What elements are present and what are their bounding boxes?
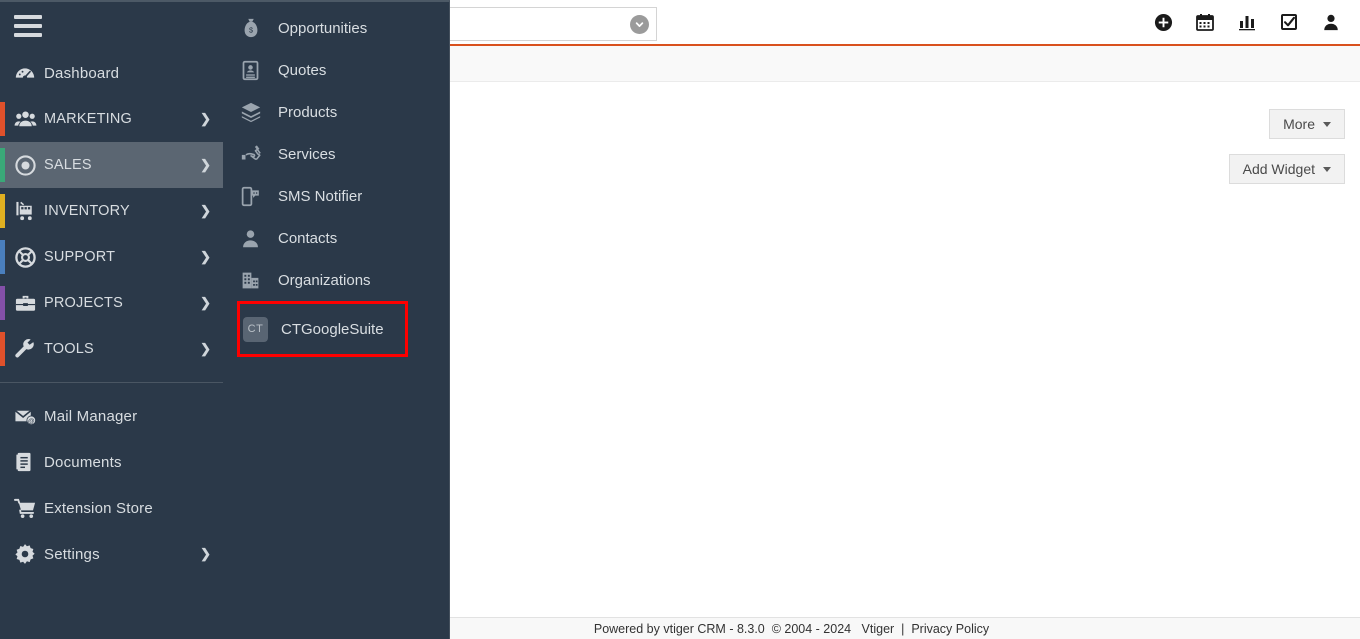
organizations-building-icon xyxy=(240,270,278,291)
quote-document-icon xyxy=(240,60,278,81)
footer-powered-by: Powered by vtiger CRM - 8.3.0 © 2004 - 2… xyxy=(593,621,912,636)
submenu-item-label: Opportunities xyxy=(278,19,368,37)
sidebar-item-label: SALES xyxy=(44,157,92,173)
sidebar-item-projects[interactable]: PROJECTS ❯ xyxy=(0,280,223,326)
mail-manager-icon: @ xyxy=(14,405,44,428)
vtiger-crm-app: More Add Widget Powered by vtiger CRM - … xyxy=(0,0,1360,639)
add-record-icon[interactable] xyxy=(1142,0,1184,44)
sidebar-item-label: INVENTORY xyxy=(44,203,130,219)
search-filter-toggle[interactable] xyxy=(622,8,656,40)
accent-bar xyxy=(0,102,5,136)
submenu-item-opportunities[interactable]: $ Opportunities xyxy=(223,7,449,49)
submenu-item-organizations[interactable]: Organizations xyxy=(223,259,449,301)
bar-chart-icon[interactable] xyxy=(1226,0,1268,44)
hamburger-bar xyxy=(14,33,42,37)
header-icon-group xyxy=(1142,0,1352,44)
extension-store-cart-icon xyxy=(14,497,44,520)
svg-text:@: @ xyxy=(28,418,35,425)
user-profile-icon[interactable] xyxy=(1310,0,1352,44)
chevron-right-icon: ❯ xyxy=(200,203,211,218)
ct-badge-icon: CT xyxy=(243,316,268,342)
submenu-item-products[interactable]: Products xyxy=(223,91,449,133)
svg-text:$: $ xyxy=(249,26,253,35)
inventory-cart-icon xyxy=(14,200,44,223)
products-box-icon xyxy=(240,101,278,123)
documents-icon xyxy=(14,451,44,473)
chevron-right-icon: ❯ xyxy=(200,249,211,264)
submenu-item-quotes[interactable]: Quotes xyxy=(223,49,449,91)
sidebar-item-documents[interactable]: Documents xyxy=(0,439,223,485)
sidebar-item-tools[interactable]: TOOLS ❯ xyxy=(0,326,223,372)
money-bag-icon: $ xyxy=(240,17,278,39)
sidebar-item-settings[interactable]: Settings ❯ xyxy=(0,531,223,577)
chevron-right-icon: ❯ xyxy=(200,295,211,310)
sidebar-divider xyxy=(0,382,223,383)
add-widget-button-label: Add Widget xyxy=(1242,161,1315,177)
submenu-item-ctgooglesuite[interactable]: CT CTGoogleSuite xyxy=(237,301,408,357)
sidebar-item-support[interactable]: SUPPORT ❯ xyxy=(0,234,223,280)
task-checkbox-icon[interactable] xyxy=(1268,0,1310,44)
accent-bar xyxy=(0,148,5,182)
chevron-right-icon: ❯ xyxy=(200,546,211,561)
chevron-right-icon: ❯ xyxy=(200,111,211,126)
submenu-item-services[interactable]: Services xyxy=(223,133,449,175)
sidebar-item-dashboard[interactable]: Dashboard xyxy=(0,50,223,96)
sidebar-item-inventory[interactable]: INVENTORY ❯ xyxy=(0,188,223,234)
dashboard-action-buttons: More Add Widget xyxy=(1228,109,1345,184)
sms-phone-icon xyxy=(240,186,278,207)
sidebar-item-label: PROJECTS xyxy=(44,295,123,311)
dashboard-icon xyxy=(14,62,44,84)
submenu-item-contacts[interactable]: Contacts xyxy=(223,217,449,259)
services-handshake-icon xyxy=(240,143,278,165)
sidebar-item-label: Dashboard xyxy=(44,64,120,82)
sidebar-item-label: Settings xyxy=(44,545,100,563)
sales-submenu-panel: $ Opportunities Quotes Products Services xyxy=(223,0,450,639)
more-button-label: More xyxy=(1283,116,1315,132)
hamburger-bar xyxy=(14,24,42,28)
sidebar-item-extension-store[interactable]: Extension Store xyxy=(0,485,223,531)
sidebar-item-label: Documents xyxy=(44,453,122,471)
sidebar-item-label: MARKETING xyxy=(44,111,132,127)
accent-bar xyxy=(0,332,5,366)
sidebar-item-label: SUPPORT xyxy=(44,249,116,265)
calendar-icon[interactable] xyxy=(1184,0,1226,44)
sidebar-item-sales[interactable]: SALES ❯ xyxy=(0,142,223,188)
sidebar-item-label: TOOLS xyxy=(44,341,94,357)
add-widget-button[interactable]: Add Widget xyxy=(1228,154,1345,184)
marketing-users-icon xyxy=(14,108,44,131)
submenu-item-label: Organizations xyxy=(278,271,371,289)
submenu-item-label: Services xyxy=(278,145,336,163)
projects-briefcase-icon xyxy=(14,292,44,315)
submenu-item-label: Quotes xyxy=(278,61,327,79)
submenu-item-label: CTGoogleSuite xyxy=(281,320,384,338)
chevron-down-circle-icon xyxy=(629,14,649,34)
support-lifebuoy-icon xyxy=(14,246,44,269)
sidebar-item-label: Mail Manager xyxy=(44,407,138,425)
submenu-item-label: SMS Notifier xyxy=(278,187,363,205)
chevron-right-icon: ❯ xyxy=(200,341,211,356)
chevron-right-icon: ❯ xyxy=(200,157,211,172)
settings-gear-icon xyxy=(14,543,44,565)
submenu-item-label: Products xyxy=(278,103,338,121)
contact-person-icon xyxy=(240,228,278,249)
privacy-policy-link[interactable]: Privacy Policy xyxy=(911,622,989,636)
accent-bar xyxy=(0,240,5,274)
accent-bar xyxy=(0,194,5,228)
more-button[interactable]: More xyxy=(1269,109,1345,139)
sidebar-item-marketing[interactable]: MARKETING ❯ xyxy=(0,96,223,142)
hamburger-menu-icon[interactable] xyxy=(0,2,223,50)
submenu-item-label: Contacts xyxy=(278,229,338,247)
tools-wrench-icon xyxy=(14,338,44,361)
hamburger-bar xyxy=(14,15,42,19)
left-sidebar: Dashboard MARKETING ❯ SALES ❯ INVENTORY … xyxy=(0,0,223,639)
chevron-down-icon xyxy=(1323,166,1331,172)
submenu-item-sms-notifier[interactable]: SMS Notifier xyxy=(223,175,449,217)
accent-bar xyxy=(0,286,5,320)
sidebar-item-label: Extension Store xyxy=(44,499,153,517)
sidebar-item-mail-manager[interactable]: @ Mail Manager xyxy=(0,393,223,439)
chevron-down-icon xyxy=(1323,121,1331,127)
sales-target-icon xyxy=(14,154,44,177)
